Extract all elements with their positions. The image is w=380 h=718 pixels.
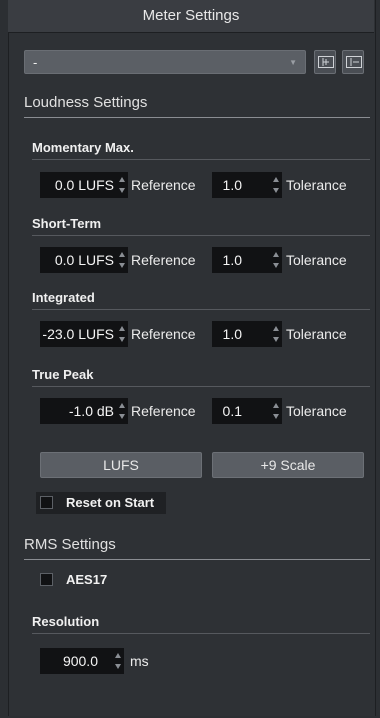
momentary-max-value-field[interactable]: 0.0 LUFS <box>40 172 128 198</box>
chevron-down-icon: ▼ <box>289 58 297 67</box>
spin-arrows-icon <box>273 177 279 193</box>
true-peak-header: True Peak <box>32 367 370 387</box>
true-peak-reference-label: Reference <box>131 403 196 419</box>
true-peak-tolerance-label: Tolerance <box>286 403 347 419</box>
spin-arrows-icon <box>273 252 279 268</box>
remove-preset-icon <box>346 56 362 68</box>
preset-select[interactable]: - ▼ <box>24 50 306 74</box>
integrated-value-field[interactable]: -23.0 LUFS <box>40 321 128 347</box>
resolution-field[interactable]: 900.0 <box>40 648 124 674</box>
resolution-unit-label: ms <box>130 653 149 669</box>
reset-on-start-checkbox[interactable] <box>40 496 53 509</box>
preset-value: - <box>33 55 38 70</box>
reset-on-start-label: Reset on Start <box>66 495 155 510</box>
integrated-reference-label: Reference <box>131 326 196 342</box>
short-term-tolerance-label: Tolerance <box>286 252 347 268</box>
preset-row: - ▼ <box>24 50 368 76</box>
remove-preset-button[interactable] <box>342 50 364 74</box>
plus-9-scale-button[interactable]: +9 Scale <box>212 452 364 478</box>
spin-arrows-icon <box>273 326 279 342</box>
aes17-label: AES17 <box>66 572 108 587</box>
integrated-tolerance-field[interactable]: 1.0 <box>212 321 282 347</box>
loudness-settings-header: Loudness Settings <box>24 94 370 118</box>
momentary-reference-label: Reference <box>131 177 196 193</box>
short-term-tolerance-field[interactable]: 1.0 <box>212 247 282 273</box>
short-term-value-field[interactable]: 0.0 LUFS <box>40 247 128 273</box>
integrated-header: Integrated <box>32 290 370 310</box>
panel-title: Meter Settings <box>8 0 374 33</box>
momentary-tolerance-label: Tolerance <box>286 177 347 193</box>
short-term-header: Short-Term <box>32 216 370 236</box>
save-preset-button[interactable] <box>314 50 336 74</box>
spin-arrows-icon <box>119 177 125 193</box>
spin-arrows-icon <box>119 403 125 419</box>
true-peak-value-field[interactable]: -1.0 dB <box>40 398 128 424</box>
spin-arrows-icon <box>119 252 125 268</box>
lufs-button[interactable]: LUFS <box>40 452 202 478</box>
true-peak-tolerance-field[interactable]: 0.1 <box>212 398 282 424</box>
rms-settings-header: RMS Settings <box>24 536 370 560</box>
aes17-checkbox[interactable] <box>40 573 53 586</box>
short-term-reference-label: Reference <box>131 252 196 268</box>
spin-arrows-icon <box>115 653 121 669</box>
resolution-header: Resolution <box>32 614 370 634</box>
save-preset-icon <box>318 56 334 68</box>
spin-arrows-icon <box>273 403 279 419</box>
momentary-tolerance-field[interactable]: 1.0 <box>212 172 282 198</box>
momentary-max-header: Momentary Max. <box>32 140 370 160</box>
integrated-tolerance-label: Tolerance <box>286 326 347 342</box>
spin-arrows-icon <box>119 326 125 342</box>
